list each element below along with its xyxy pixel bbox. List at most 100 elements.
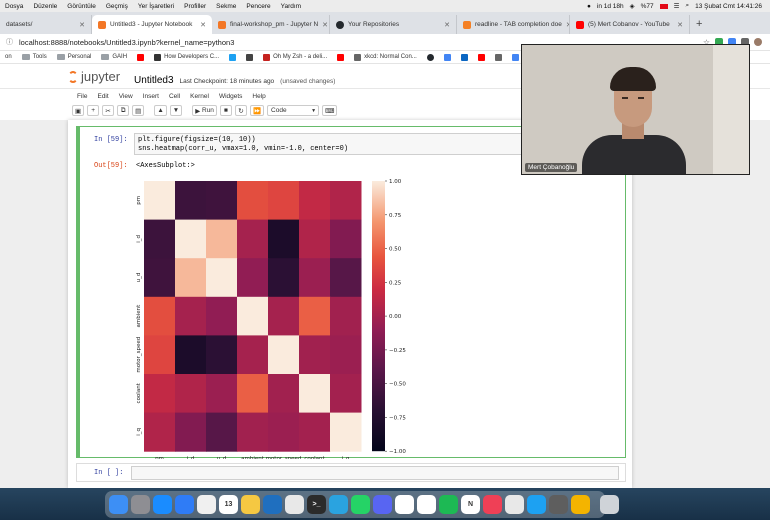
bookmark-github[interactable] — [422, 53, 439, 61]
dock-telegram-icon[interactable] — [329, 495, 348, 514]
menu-dosya[interactable]: Dosya — [0, 3, 28, 10]
cut-button[interactable]: ✂ — [102, 105, 115, 116]
bookmark-tools[interactable]: Tools — [17, 54, 52, 60]
dock-preview-icon[interactable] — [549, 495, 568, 514]
menu-pencere[interactable]: Pencere — [241, 3, 275, 10]
dock-whatsapp-icon[interactable] — [351, 495, 370, 514]
bookmark-how-developers[interactable]: How Developers C... — [149, 53, 224, 61]
bookmark-linkedin[interactable] — [456, 53, 473, 61]
dock-calendar-icon[interactable]: 13 — [219, 495, 238, 514]
menu-duzenle[interactable]: Düzenle — [28, 3, 62, 10]
dock-pocket-icon[interactable] — [483, 495, 502, 514]
dock-chrome-canary-icon[interactable] — [571, 495, 590, 514]
close-icon[interactable]: ✕ — [79, 21, 85, 29]
bookmark-xkcd[interactable]: xkcd: Normal Con... — [349, 53, 422, 61]
jupyter-logo[interactable]: jupyter — [68, 69, 120, 84]
bookmark-youtube-3[interactable] — [473, 53, 490, 61]
dock-terminal-icon[interactable]: >_ — [307, 495, 326, 514]
bookmark-personal[interactable]: Personal — [52, 54, 97, 60]
dock-finder2-icon[interactable] — [285, 495, 304, 514]
run-button[interactable]: ▶ Run — [192, 105, 217, 116]
move-up-button[interactable]: ▲ — [154, 105, 167, 116]
column-tick-label: i_q — [342, 456, 350, 459]
menu-file[interactable]: File — [74, 93, 94, 100]
dock-notion-icon[interactable]: N — [461, 495, 480, 514]
dock-slack-icon[interactable] — [395, 495, 414, 514]
menu-help[interactable]: Help — [249, 93, 272, 100]
restart-button[interactable]: ↻ — [234, 105, 247, 116]
close-icon[interactable]: ✕ — [444, 21, 450, 29]
menu-yer-isaretleri[interactable]: Yer İşaretleri — [133, 3, 179, 10]
dock-twitter-icon[interactable] — [527, 495, 546, 514]
menu-insert[interactable]: Insert — [140, 93, 166, 100]
status-timer[interactable]: in 1d 18h — [597, 3, 624, 10]
code-editor[interactable] — [131, 466, 619, 480]
command-palette-button[interactable]: ⌨ — [322, 105, 338, 116]
dock-spotify-icon[interactable] — [439, 495, 458, 514]
bookmark-on[interactable]: on — [0, 54, 17, 60]
menu-edit[interactable]: Edit — [94, 93, 115, 100]
dock-notes-icon[interactable] — [241, 495, 260, 514]
new-tab-button[interactable]: + — [690, 15, 708, 34]
tab-repositories[interactable]: Your Repositories ✕ — [330, 15, 457, 34]
info-icon[interactable]: ⓘ — [6, 37, 13, 47]
menu-cell[interactable]: Cell — [166, 93, 187, 100]
tab-final-workshop[interactable]: final-workshop_pm - Jupyter N ✕ — [212, 15, 330, 34]
dock-discord-icon[interactable] — [373, 495, 392, 514]
bookmark-oh-my-zsh[interactable]: Oh My Zsh - a deli... — [258, 53, 332, 61]
paste-button[interactable]: ▤ — [132, 105, 145, 116]
dock-safari-icon[interactable] — [153, 495, 172, 514]
bookmark-site[interactable] — [241, 53, 258, 61]
close-icon[interactable]: ✕ — [677, 21, 683, 29]
close-icon[interactable]: ✕ — [322, 21, 328, 29]
menu-yardim[interactable]: Yardım — [276, 3, 306, 10]
dock-photos-icon[interactable] — [197, 495, 216, 514]
interrupt-button[interactable]: ■ — [219, 105, 232, 116]
dock-vscode-icon[interactable] — [263, 495, 282, 514]
dock-finder-icon[interactable] — [109, 495, 128, 514]
code-cell-59[interactable]: In [59]: plt.figure(figsize=(10, 10)) sn… — [76, 126, 626, 459]
url-field[interactable]: localhost:8888/notebooks/Untitled3.ipynb… — [19, 38, 234, 47]
stop-icon: ■ — [223, 107, 228, 114]
bookmark-youtube[interactable] — [132, 53, 149, 61]
tab-youtube[interactable]: (5) Mert Cobanov - YouTube ✕ — [570, 15, 690, 34]
dock-chrome-icon[interactable] — [417, 495, 436, 514]
empty-code-cell[interactable]: In [ ]: — [76, 463, 626, 482]
menu-goruntule[interactable]: Görüntüle — [62, 3, 101, 10]
apple-icon[interactable]: ● — [587, 3, 591, 10]
save-button[interactable]: ▣ — [72, 105, 85, 116]
bookmark-site-2[interactable] — [490, 53, 507, 61]
dock-trash-icon[interactable] — [600, 495, 619, 514]
cell-type-select[interactable]: Code ▼ — [267, 105, 320, 116]
dock-mail-icon[interactable] — [175, 495, 194, 514]
tab-datasets[interactable]: datasets/ ✕ — [0, 15, 92, 34]
menu-gecmis[interactable]: Geçmiş — [101, 3, 133, 10]
search-icon[interactable]: ⌕ — [686, 2, 690, 10]
control-center-icon[interactable]: ☰ — [674, 2, 680, 10]
restart-run-all-button[interactable]: ⏩ — [249, 105, 265, 116]
copy-button[interactable]: ⧉ — [117, 105, 130, 116]
move-down-button[interactable]: ▼ — [169, 105, 183, 116]
bookmark-youtube-2[interactable] — [332, 53, 349, 61]
bookmark-google[interactable] — [439, 53, 456, 61]
webcam-overlay[interactable]: Mert Çobanoğlu — [521, 44, 750, 175]
menu-view[interactable]: View — [116, 93, 140, 100]
wifi-icon[interactable]: ◈ — [630, 2, 635, 10]
dock-launchpad-icon[interactable] — [131, 495, 150, 514]
battery-percent[interactable]: %77 — [641, 3, 654, 10]
menu-sekme[interactable]: Sekme — [211, 3, 241, 10]
clock[interactable]: 13 Şubat Cmt 14:41:26 — [695, 3, 762, 10]
close-icon[interactable]: ✕ — [200, 21, 206, 29]
menu-widgets[interactable]: Widgets — [216, 93, 249, 100]
profile-avatar[interactable] — [754, 37, 762, 46]
tab-untitled3[interactable]: Untitled3 - Jupyter Notebook ✕ — [92, 15, 212, 34]
bookmark-gaih[interactable]: GAIH — [96, 54, 132, 60]
notebook-title[interactable]: Untitled3 — [134, 75, 173, 86]
flag-icon[interactable] — [659, 3, 668, 9]
dock-mail2-icon[interactable] — [505, 495, 524, 514]
tab-readline[interactable]: readline - TAB completion doe ✕ — [457, 15, 570, 34]
insert-cell-button[interactable]: + — [87, 105, 100, 116]
menu-kernel[interactable]: Kernel — [187, 93, 216, 100]
bookmark-twitter[interactable] — [224, 53, 241, 61]
menu-profiller[interactable]: Profiller — [179, 3, 211, 10]
